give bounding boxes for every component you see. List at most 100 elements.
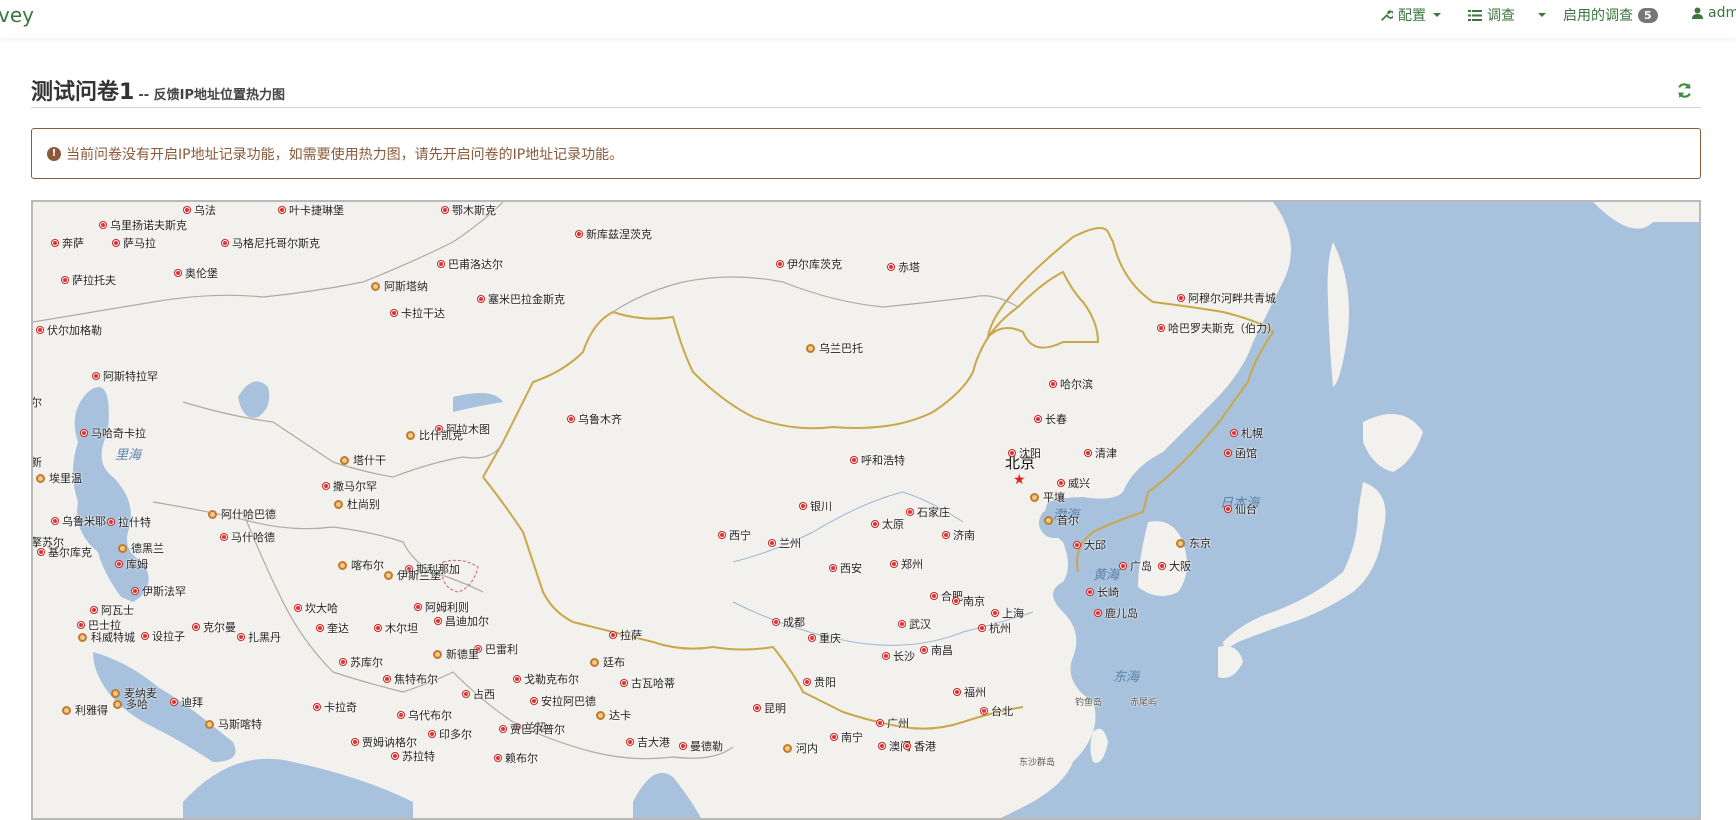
city-marker: 大邱 (1074, 537, 1106, 553)
city-marker: 迪拜 (171, 694, 203, 710)
city-marker: 杭州 (979, 620, 1011, 636)
city-marker: 曼德勒 (680, 738, 723, 754)
city-label: 德黑兰 (131, 542, 164, 555)
city-label: 吉大港 (637, 736, 670, 749)
city-label: 河内 (796, 742, 818, 755)
city-label: 杭州 (989, 622, 1011, 635)
city-label: 贾巴尔普尔 (510, 723, 565, 736)
city-marker: 昆明 (754, 700, 786, 716)
nav-config-menu[interactable]: 配置 (1380, 5, 1441, 25)
city-dot-icon (340, 659, 346, 665)
refresh-icon[interactable] (1676, 82, 1693, 99)
city-label: 拉什特 (118, 516, 151, 529)
city-marker: 河内 (783, 740, 818, 756)
brand-logo[interactable]: vey (0, 3, 34, 27)
city-label: 乌鲁木齐 (578, 413, 622, 426)
city-label: 卡拉干达 (401, 307, 445, 320)
city-dot-icon (317, 625, 323, 631)
city-dot-icon (1225, 450, 1231, 456)
city-label: 南昌 (931, 644, 953, 657)
city-dot-icon (1074, 542, 1080, 548)
city-marker: 奥伦堡 (175, 265, 218, 281)
city-label: 扎黑丹 (248, 631, 281, 644)
nav-enabled-surveys-label: 启用的调查 (1563, 8, 1633, 24)
city-marker: 大阪 (1159, 558, 1191, 574)
nav-survey-dropdown-toggle[interactable] (1536, 13, 1546, 17)
city-dot-icon (879, 743, 885, 749)
city-dot-icon (809, 635, 815, 641)
city-dot-icon (1058, 480, 1064, 486)
wrench-icon (1381, 9, 1393, 21)
city-dot-icon (851, 457, 857, 463)
city-dot-icon (1035, 416, 1041, 422)
city-dot-icon (1050, 381, 1056, 387)
page-header: 测试问卷1 -- 反馈IP地址位置热力图 (31, 72, 1701, 108)
city-label: 科威特城 (91, 631, 135, 644)
city-dot-icon (872, 521, 878, 527)
city-label: 苏拉特 (402, 750, 435, 763)
capital-marker-icon (596, 710, 605, 720)
city-marker: 比什凯克 (406, 427, 463, 443)
city-dot-icon (1231, 430, 1237, 436)
nav-survey-menu[interactable]: 调查 (1468, 5, 1515, 25)
city-label: 成都 (783, 616, 805, 629)
city-label: 武汉 (909, 618, 931, 631)
city-marker: 吉大港 (627, 734, 670, 750)
city-dot-icon (62, 277, 68, 283)
city-label: 伏尔加格勒 (47, 324, 102, 337)
city-label: 昆明 (764, 702, 786, 715)
capital-marker-icon (118, 543, 127, 553)
nav-user-menu[interactable]: admi (1692, 5, 1736, 21)
city-label: 西安 (840, 562, 862, 575)
top-navbar: vey 配置 调查 启用的调查 5 admi (0, 0, 1736, 38)
city-marker: 拉什特 (108, 514, 151, 530)
city-marker: 埃里温 (36, 470, 82, 486)
city-dot-icon (576, 231, 582, 237)
city-dot-icon (979, 625, 985, 631)
city-dot-icon (171, 699, 177, 705)
city-label: 函馆 (1235, 447, 1257, 460)
city-label: 尔 (31, 396, 42, 409)
city-marker: 南京 (953, 593, 985, 609)
city-marker: 木尔坦 (375, 620, 418, 636)
capital-marker-icon (806, 343, 815, 353)
city-dot-icon (899, 621, 905, 627)
city-label: 阿什哈巴德 (221, 508, 276, 521)
city-label: 古瓦哈蒂 (631, 677, 675, 690)
city-dot-icon (323, 483, 329, 489)
city-dot-icon (800, 503, 806, 509)
city-marker: 香港 (904, 738, 936, 754)
city-dot-icon (375, 625, 381, 631)
city-dot-icon (132, 588, 138, 594)
city-dot-icon (888, 264, 894, 270)
capital-marker-icon (62, 705, 71, 715)
capital-marker-icon (334, 499, 343, 509)
city-dot-icon (142, 633, 148, 639)
city-dot-icon (100, 222, 106, 228)
city-marker: 石家庄 (907, 504, 950, 520)
city-label: 伊斯兰堡 (397, 569, 441, 582)
city-marker: 擎苏尔 (33, 534, 64, 550)
sea-label: 里海 (115, 448, 142, 463)
city-marker: 鄂木斯克 (442, 202, 496, 218)
sea-label: 黄海 (1093, 568, 1120, 583)
heatmap-map[interactable]: 里海 渤海 黄海 东海 日本海 钓鱼岛 赤尾屿 东沙群岛 ★ 北京 乌法 叶卡捷琳… (31, 200, 1701, 820)
city-label: 达卡 (609, 709, 631, 722)
city-dot-icon (184, 207, 190, 213)
city-label: 大阪 (1169, 560, 1191, 573)
city-label: 喀布尔 (351, 559, 384, 572)
city-dot-icon (78, 622, 84, 628)
city-marker: 昌迪加尔 (435, 613, 489, 629)
city-marker: 西安 (830, 560, 862, 576)
city-label: 首尔 (1057, 514, 1079, 527)
city-marker: 库姆 (116, 556, 148, 572)
city-marker: 呼和浩特 (851, 452, 905, 468)
city-marker: 德黑兰 (118, 540, 164, 556)
city-label: 郑州 (901, 558, 923, 571)
city-label: 戈勒克布尔 (524, 673, 579, 686)
survey-title: 测试问卷1 (31, 80, 135, 105)
city-marker: 利雅得 (62, 702, 108, 718)
city-dot-icon (514, 676, 520, 682)
nav-enabled-surveys[interactable]: 启用的调查 5 (1563, 5, 1658, 25)
capital-marker-icon (205, 719, 214, 729)
